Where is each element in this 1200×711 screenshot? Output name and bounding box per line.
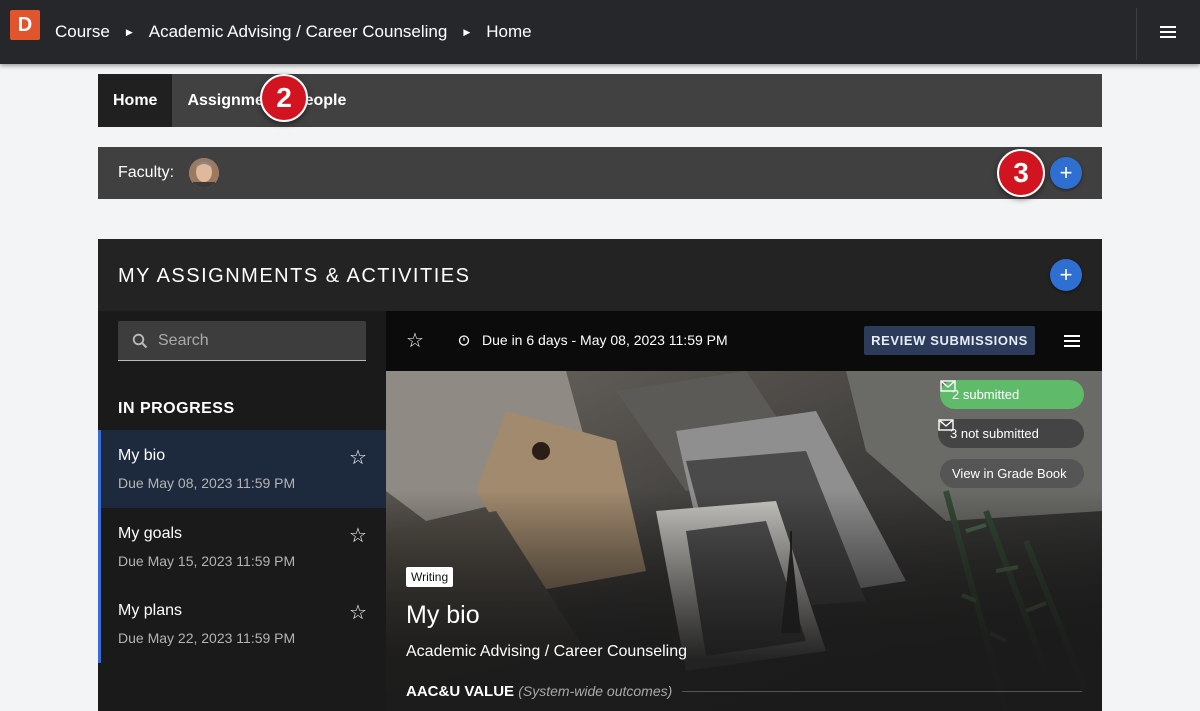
item-title: My goals bbox=[118, 524, 183, 542]
assignment-title: My bio bbox=[406, 601, 480, 629]
aacu-subtitle: (System-wide outcomes) bbox=[518, 683, 673, 699]
search-icon bbox=[132, 333, 148, 349]
aacu-label: AAC&U VALUE bbox=[406, 683, 515, 700]
assignment-list: My bio Due May 08, 2023 11:59 PM ☆ My go… bbox=[98, 430, 386, 663]
divider bbox=[1136, 8, 1137, 60]
add-assignment-button[interactable]: + bbox=[1050, 259, 1082, 291]
breadcrumb-separator-icon: ▶ bbox=[463, 26, 471, 37]
breadcrumb: Course ▶ Academic Advising / Career Coun… bbox=[55, 0, 532, 64]
submitted-count: 2 submitted bbox=[952, 387, 1020, 402]
search-input[interactable] bbox=[158, 321, 358, 361]
breadcrumb-course[interactable]: Course bbox=[55, 22, 110, 42]
assignments-panel: MY ASSIGNMENTS & ACTIVITIES + IN PROGRES… bbox=[98, 239, 1102, 711]
app-logo[interactable]: D bbox=[10, 10, 40, 40]
assignment-detail: ☆ Due in 6 days - May 08, 2023 11:59 PM … bbox=[386, 311, 1102, 711]
breadcrumb-separator-icon: ▶ bbox=[125, 26, 133, 37]
star-icon[interactable]: ☆ bbox=[406, 328, 424, 353]
submitted-status-button[interactable]: 2 submitted bbox=[940, 380, 1084, 409]
panel-title: MY ASSIGNMENTS & ACTIVITIES bbox=[118, 265, 471, 287]
divider bbox=[682, 691, 1082, 692]
item-due-date: Due May 08, 2023 11:59 PM bbox=[118, 475, 296, 491]
item-title: My bio bbox=[118, 447, 166, 464]
star-icon[interactable]: ☆ bbox=[349, 600, 367, 625]
section-heading-in-progress: IN PROGRESS bbox=[118, 400, 235, 417]
breadcrumb-home: Home bbox=[486, 22, 532, 41]
mail-icon bbox=[938, 419, 954, 431]
review-submissions-button[interactable]: REVIEW SUBMISSIONS bbox=[864, 326, 1035, 355]
hamburger-menu-icon[interactable] bbox=[1160, 26, 1176, 38]
more-menu-icon[interactable] bbox=[1064, 335, 1080, 347]
assignment-sidebar: IN PROGRESS My bio Due May 08, 2023 11:5… bbox=[98, 311, 386, 711]
not-submitted-count: 3 not submitted bbox=[950, 426, 1039, 441]
due-date-text: Due in 6 days - May 08, 2023 11:59 PM bbox=[482, 332, 728, 348]
star-icon[interactable]: ☆ bbox=[349, 523, 367, 548]
star-icon[interactable]: ☆ bbox=[349, 445, 367, 470]
list-item[interactable]: My plans Due May 22, 2023 11:59 PM ☆ bbox=[98, 585, 386, 663]
not-submitted-status-button[interactable]: 3 not submitted bbox=[938, 419, 1084, 448]
callout-badge-3: 3 bbox=[997, 149, 1045, 197]
item-title: My plans bbox=[118, 602, 183, 619]
aacu-heading: AAC&U VALUE (System-wide outcomes) bbox=[406, 683, 672, 700]
add-faculty-button[interactable]: + bbox=[1050, 157, 1082, 189]
assignment-cover: 2 submitted 3 not submitted View in Grad… bbox=[386, 371, 1102, 711]
list-item[interactable]: My goals Due May 15, 2023 11:59 PM ☆ bbox=[98, 507, 386, 585]
view-grade-book-button[interactable]: View in Grade Book bbox=[940, 459, 1084, 488]
item-due-date: Due May 22, 2023 11:59 PM bbox=[118, 630, 296, 646]
item-due-date: Due May 15, 2023 11:59 PM bbox=[118, 552, 296, 569]
breadcrumb-course-name[interactable]: Academic Advising / Career Counseling bbox=[149, 22, 448, 42]
course-name: Academic Advising / Career Counseling bbox=[406, 643, 688, 660]
detail-header: ☆ Due in 6 days - May 08, 2023 11:59 PM … bbox=[386, 311, 1102, 371]
course-nav: Home Assignme People bbox=[98, 74, 1102, 127]
timer-icon bbox=[458, 335, 470, 346]
top-bar: D Course ▶ Academic Advising / Career Co… bbox=[0, 0, 1200, 64]
mail-icon bbox=[940, 380, 956, 392]
search-field[interactable] bbox=[118, 321, 366, 361]
list-item[interactable]: My bio Due May 08, 2023 11:59 PM ☆ bbox=[98, 430, 386, 508]
tab-home[interactable]: Home bbox=[98, 74, 173, 127]
faculty-bar: Faculty: + bbox=[98, 147, 1102, 199]
faculty-label: Faculty: bbox=[118, 164, 175, 181]
category-tag: Writing bbox=[406, 567, 454, 587]
faculty-avatar[interactable] bbox=[189, 158, 219, 188]
callout-badge-2: 2 bbox=[260, 74, 308, 122]
